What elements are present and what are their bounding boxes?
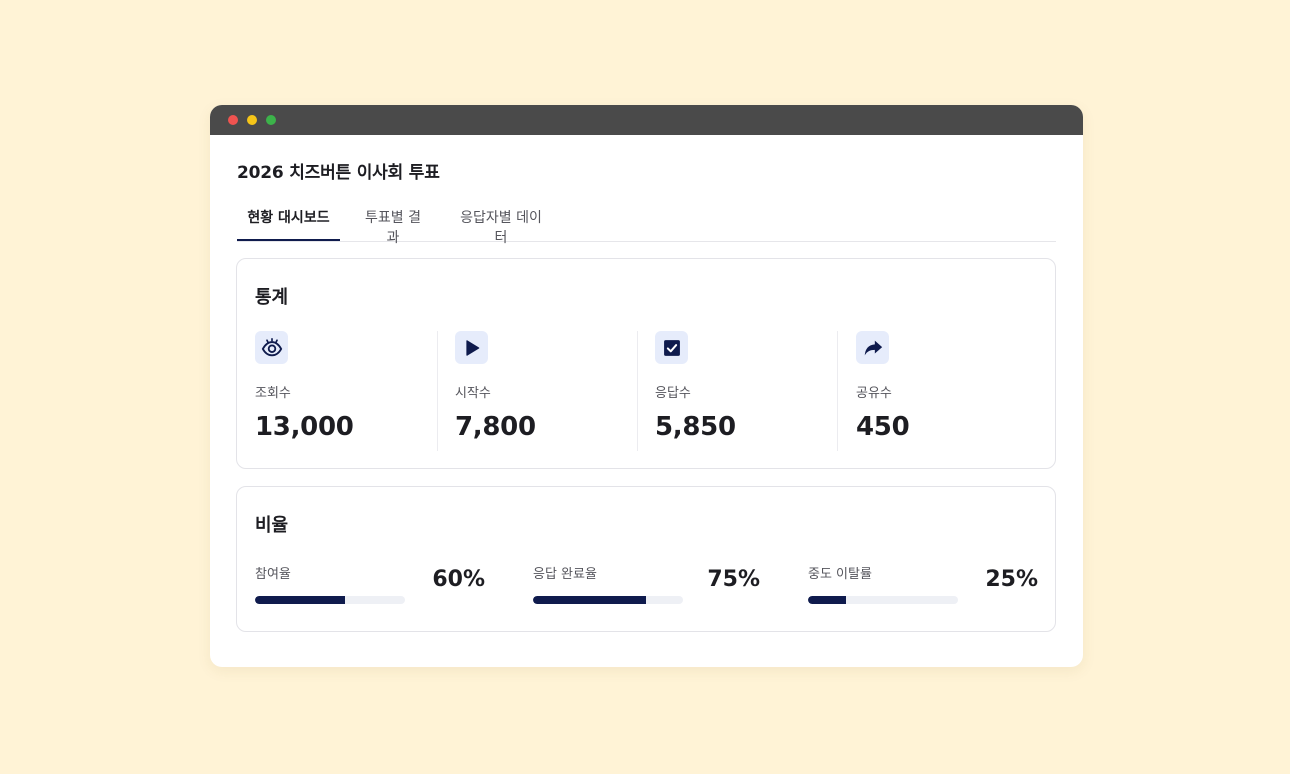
- progress-bar: [255, 596, 405, 604]
- progress-fill: [808, 596, 846, 604]
- stat-shares: 공유수 450: [856, 331, 1056, 451]
- stat-value: 450: [856, 412, 910, 442]
- ratio-dropout: 중도 이탈률 25%: [808, 563, 1038, 613]
- ratio-participation: 참여율 60%: [255, 563, 485, 613]
- progress-fill: [255, 596, 345, 604]
- window-titlebar: [210, 105, 1083, 135]
- share-icon: [856, 331, 889, 364]
- stat-value: 13,000: [255, 412, 354, 442]
- stat-label: 조회수: [255, 386, 291, 401]
- stat-label: 공유수: [856, 386, 892, 401]
- ratio-card: 비율 참여율 60% 응답 완료율 75% 중도 이탈률 25%: [236, 486, 1056, 632]
- progress-bar: [533, 596, 683, 604]
- stat-responses: 응답수 5,850: [655, 331, 855, 451]
- tab-bar: 현황 대시보드 투표별 결과 응답자별 데이터: [237, 208, 1056, 246]
- ratio-label: 참여율: [255, 567, 291, 582]
- eye-icon: [255, 331, 288, 364]
- stat-starts: 시작수 7,800: [455, 331, 655, 451]
- ratio-value: 25%: [985, 567, 1038, 592]
- progress-fill: [533, 596, 646, 604]
- stat-value: 7,800: [455, 412, 536, 442]
- page-title: 2026 치즈버튼 이사회 투표: [237, 163, 440, 183]
- stat-views: 조회수 13,000: [255, 331, 455, 451]
- close-window-button[interactable]: [228, 115, 238, 125]
- play-icon: [455, 331, 488, 364]
- app-window: 2026 치즈버튼 이사회 투표 현황 대시보드 투표별 결과 응답자별 데이터…: [210, 105, 1083, 667]
- tab-results-by-vote[interactable]: 투표별 결과: [359, 208, 427, 246]
- stat-label: 시작수: [455, 386, 491, 401]
- ratio-title: 비율: [255, 515, 289, 536]
- stat-label: 응답수: [655, 386, 691, 401]
- stats-title: 통계: [255, 287, 289, 308]
- minimize-window-button[interactable]: [247, 115, 257, 125]
- tab-dashboard[interactable]: 현황 대시보드: [237, 208, 340, 241]
- checkbox-icon: [655, 331, 688, 364]
- ratio-label: 응답 완료율: [533, 567, 597, 582]
- maximize-window-button[interactable]: [266, 115, 276, 125]
- ratio-value: 75%: [707, 567, 760, 592]
- stat-value: 5,850: [655, 412, 736, 442]
- stats-card: 통계 조회수 13,000 시작수 7,800 응답수 5,850 공유수 45…: [236, 258, 1056, 469]
- progress-bar: [808, 596, 958, 604]
- tab-respondent-data[interactable]: 응답자별 데이터: [455, 208, 547, 246]
- ratio-completion: 응답 완료율 75%: [533, 563, 763, 613]
- ratio-value: 60%: [432, 567, 485, 592]
- ratio-label: 중도 이탈률: [808, 567, 872, 582]
